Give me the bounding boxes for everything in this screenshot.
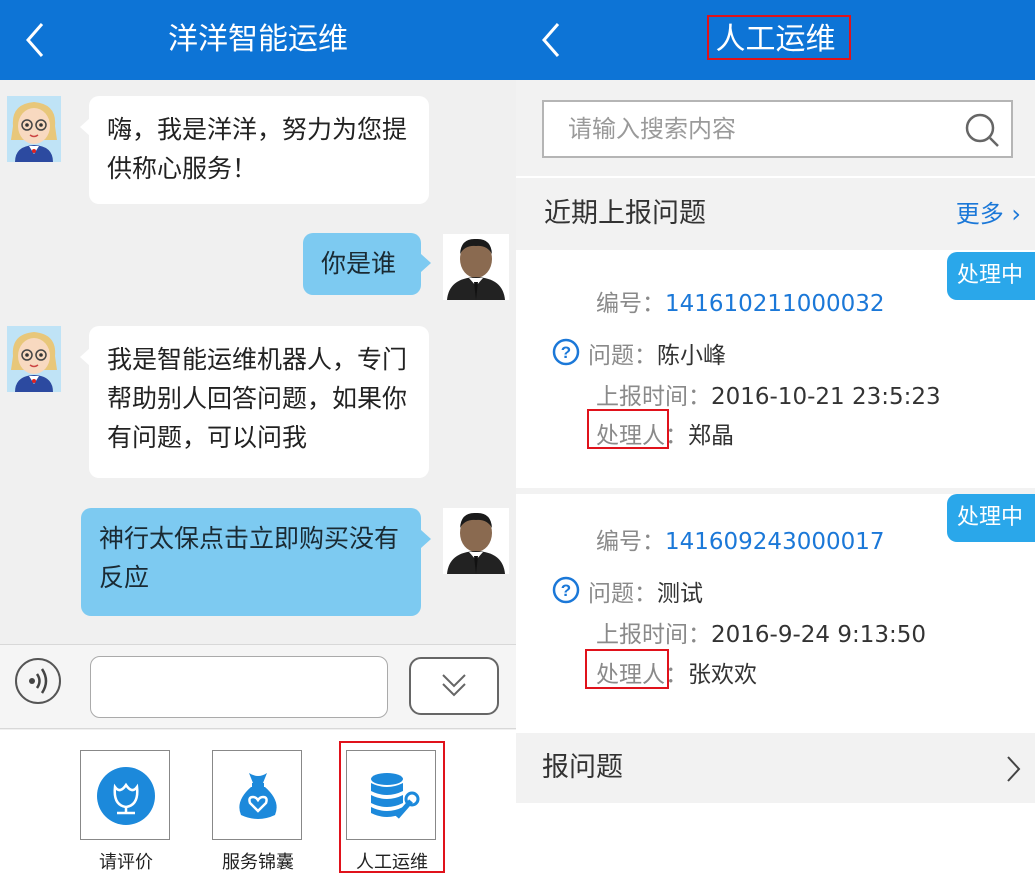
issue-question-row: 问题：陈小峰: [588, 336, 726, 370]
status-badge: 处理中: [947, 252, 1035, 300]
chat-panel: 洋洋智能运维 嗨，我是洋洋，努力为您提供称心服务！ 你是谁 我是智能运维机器人，…: [0, 0, 516, 892]
user-avatar-icon: [443, 234, 509, 300]
user-message: 神行太保点击立即购买没有反应: [81, 508, 421, 616]
status-badge: 处理中: [947, 494, 1035, 542]
highlight-box: [339, 741, 445, 873]
time-label: 上报时间：: [596, 622, 711, 648]
tool-rate[interactable]: 请评价: [80, 750, 172, 874]
question-label: 问题：: [588, 581, 657, 607]
bot-avatar-icon: [7, 326, 61, 392]
voice-button[interactable]: [15, 658, 61, 704]
bot-avatar-icon: [7, 96, 61, 162]
search-icon[interactable]: [963, 111, 1001, 149]
highlight-box: [587, 409, 669, 449]
chat-header: 洋洋智能运维: [0, 0, 516, 80]
issue-time-row: 上报时间：2016-9-24 9:13:50: [596, 615, 926, 649]
issue-time-row: 上报时间：2016-10-21 23:5:23: [596, 377, 941, 411]
search-placeholder: 请输入搜索内容: [568, 115, 736, 143]
tool-tips[interactable]: 服务锦囊: [212, 750, 304, 874]
money-bag-icon: [239, 773, 277, 819]
tool-button[interactable]: [80, 750, 170, 840]
issue-handler: 张欢欢: [688, 662, 757, 688]
issue-number: 141609243000017: [665, 529, 885, 555]
search-input[interactable]: 请输入搜索内容: [542, 100, 1013, 158]
chevron-right-icon: [1007, 756, 1021, 782]
bubble-tail: [421, 254, 431, 272]
flower-icon: [113, 782, 139, 815]
voice-icon: [29, 668, 48, 694]
recent-issues-header: 近期上报问题 更多 ›: [516, 178, 1035, 250]
report-label: 报问题: [542, 752, 623, 783]
highlight-box: [707, 15, 851, 60]
issue-handler: 郑晶: [688, 423, 734, 449]
more-link[interactable]: 更多 ›: [956, 178, 1021, 250]
issue-question-row: 问题：测试: [588, 574, 703, 608]
message-input[interactable]: [90, 656, 388, 718]
issue-time: 2016-10-21 23:5:23: [711, 384, 941, 410]
user-avatar-icon: [443, 508, 509, 574]
issue-question: 陈小峰: [657, 343, 726, 369]
chevron-right-icon: ›: [1011, 200, 1021, 228]
more-label: 更多: [955, 200, 1004, 228]
bot-message: 嗨，我是洋洋，努力为您提供称心服务！: [89, 96, 429, 204]
number-label: 编号：: [596, 291, 665, 317]
issue-card[interactable]: 处理中 编号：141609243000017 ? 问题：测试 上报时间：2016…: [516, 494, 1035, 732]
search-area: 请输入搜索内容: [516, 80, 1035, 176]
chat-input-bar: [0, 644, 516, 729]
question-icon: ?: [552, 576, 580, 604]
issue-number-row: 编号：141610211000032: [596, 284, 885, 318]
issue-card[interactable]: 处理中 编号：141610211000032 ? 问题：陈小峰 上报时间：201…: [516, 252, 1035, 490]
double-chevron-down-icon: [442, 674, 466, 697]
report-issue-row[interactable]: 报问题: [516, 733, 1035, 803]
question-icon: ?: [552, 338, 580, 366]
bubble-tail: [421, 530, 431, 548]
issue-number-row: 编号：141609243000017: [596, 522, 885, 556]
manual-ops-panel: 人工运维 请输入搜索内容 近期上报问题 更多 › 处理中 编号：14161021…: [516, 0, 1035, 892]
time-label: 上报时间：: [596, 384, 711, 410]
issue-question: 测试: [657, 581, 703, 607]
user-message: 你是谁: [303, 233, 421, 295]
number-label: 编号：: [596, 529, 665, 555]
tool-button[interactable]: [212, 750, 302, 840]
tool-label: 服务锦囊: [222, 852, 294, 873]
bot-message: 我是智能运维机器人，专门帮助别人回答问题，如果你有问题，可以问我: [89, 326, 429, 478]
issue-number: 141610211000032: [665, 291, 885, 317]
ops-header: 人工运维: [516, 0, 1035, 80]
issue-time: 2016-9-24 9:13:50: [711, 622, 927, 648]
question-label: 问题：: [588, 343, 657, 369]
expand-button[interactable]: [409, 657, 499, 715]
svg-text:?: ?: [561, 343, 571, 362]
chat-title: 洋洋智能运维: [168, 22, 348, 57]
svg-text:?: ?: [561, 581, 571, 600]
highlight-box: [585, 649, 669, 689]
section-title: 近期上报问题: [544, 198, 706, 229]
tool-label: 请评价: [99, 852, 153, 873]
